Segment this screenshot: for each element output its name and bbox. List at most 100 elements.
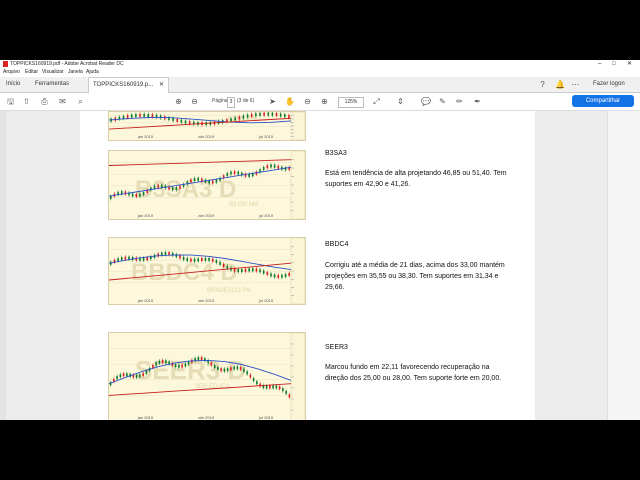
candle-body: [135, 374, 138, 378]
scroll-mode-icon[interactable]: ⇕: [396, 97, 405, 106]
candle-body: [275, 385, 278, 389]
x-axis-tick-label: jan 2019: [137, 298, 154, 303]
candle-body: [139, 193, 141, 197]
candle-body: [160, 252, 163, 256]
sign-icon[interactable]: ✒: [473, 97, 482, 106]
candle-body: [139, 374, 141, 378]
help-icon[interactable]: ?: [538, 80, 547, 89]
page-number-input[interactable]: 3: [227, 97, 235, 108]
candle-body: [278, 386, 281, 390]
zoom-in-icon[interactable]: ⊕: [320, 97, 329, 106]
x-axis-tick-label: abr 2019: [198, 415, 215, 420]
candle-body: [233, 268, 236, 272]
menu-janela[interactable]: Janela: [68, 68, 83, 77]
x-axis-tick-label: jan 2019: [137, 213, 154, 218]
candle-body: [269, 385, 271, 389]
save-icon[interactable]: 🖫: [6, 97, 15, 106]
ticker-seer3: SEER3: [325, 344, 348, 351]
chart-bbdc4: BBDC4 D BRADESCO PN jan 2019 abr 2019 jul …: [108, 237, 306, 305]
close-icon[interactable]: ✕: [627, 60, 632, 68]
page-down-icon[interactable]: ⊖: [190, 97, 199, 106]
fit-page-icon[interactable]: ⤢: [372, 97, 381, 106]
email-icon[interactable]: ✉: [58, 97, 67, 106]
candle-body: [239, 366, 242, 370]
candle-body: [219, 261, 221, 265]
candle-body: [168, 252, 170, 256]
candle-body: [155, 362, 157, 366]
chart-bbdc4-svg: BBDC4 D BRADESCO PN jan 2019 abr 2019 jul …: [109, 238, 305, 304]
tab-document[interactable]: TOPPICKS160919.p... ✕: [88, 77, 169, 93]
menu-ajuda[interactable]: Ajuda: [86, 68, 99, 77]
candle-body: [176, 118, 179, 122]
candle-body: [237, 269, 240, 273]
signin-link[interactable]: Fazer logon: [593, 77, 625, 92]
candle-body: [215, 179, 218, 183]
candle-body: [174, 364, 177, 368]
upload-icon[interactable]: ⇧: [22, 97, 31, 106]
candle-body: [285, 390, 287, 394]
candle-body: [120, 257, 123, 261]
x-axis-tick-label: abr 2019: [198, 298, 215, 303]
candle-body: [246, 114, 249, 118]
menu-editar[interactable]: Editar: [25, 68, 38, 77]
candle-body: [116, 376, 118, 380]
candle-body: [222, 263, 225, 267]
tab-document-label: TOPPICKS160919.p...: [93, 82, 154, 88]
candle-body: [242, 115, 245, 119]
candle-body: [252, 378, 255, 382]
x-axis-tick-label: jul 2019: [258, 298, 274, 303]
candle-body: [230, 367, 232, 371]
candle-body: [233, 366, 235, 370]
menu-arquivo[interactable]: Arquivo: [3, 68, 20, 77]
candle-body: [282, 388, 284, 392]
page-up-icon[interactable]: ⊕: [174, 97, 183, 106]
candle-body: [259, 112, 261, 116]
minimize-icon[interactable]: –: [598, 60, 601, 68]
x-axis-tick-label: abr 2019: [198, 213, 215, 218]
notifications-icon[interactable]: 🔔: [555, 80, 565, 89]
candle-body: [151, 114, 154, 118]
candle-body: [283, 114, 286, 118]
tab-home[interactable]: Início: [6, 77, 20, 92]
maximize-icon[interactable]: □: [612, 60, 616, 68]
candle-body: [165, 360, 167, 364]
candle-body: [277, 274, 280, 278]
candle-body: [226, 368, 229, 372]
select-pointer-icon[interactable]: ➤: [268, 97, 277, 106]
more-icon[interactable]: ⋯: [571, 80, 580, 89]
menu-visualizar[interactable]: Visualizar: [42, 68, 64, 77]
print-icon[interactable]: ⎙: [40, 97, 49, 106]
hand-tool-icon[interactable]: ✋: [285, 97, 295, 106]
candle-body: [135, 114, 137, 118]
candle-body: [126, 115, 129, 119]
candle-body: [251, 268, 254, 272]
chart-watermark: BBDC4 D: [131, 259, 238, 286]
chart-b3sa3-svg: B3SA3 D B3 ON NM jan 2019 abr 2019 jul 201…: [109, 151, 305, 219]
zoom-out-icon[interactable]: ⊖: [303, 97, 312, 106]
candle-body: [182, 256, 185, 260]
highlight-icon[interactable]: ✎: [438, 97, 447, 106]
left-panel-toggle[interactable]: [0, 111, 6, 420]
candle-body: [211, 258, 214, 262]
tab-close-icon[interactable]: ✕: [159, 82, 164, 88]
candle-body: [197, 258, 199, 262]
candle-body: [226, 173, 229, 177]
candle-body: [135, 193, 138, 197]
candle-body: [255, 113, 257, 117]
draw-icon[interactable]: ✏: [455, 97, 464, 106]
candle-body: [250, 113, 253, 117]
candle-body: [272, 385, 274, 389]
candle-body: [210, 362, 213, 366]
tab-tools[interactable]: Ferramentas: [35, 77, 69, 92]
share-button[interactable]: Compartilhar: [572, 95, 634, 107]
candle-body: [160, 184, 163, 188]
chart-brand: B3 ON NM: [229, 202, 258, 208]
candle-body: [187, 361, 190, 365]
x-axis-tick-label: jan 2019: [137, 415, 154, 420]
ticker-bbdc4: BBDC4: [325, 241, 349, 248]
candle-body: [147, 113, 150, 117]
search-icon[interactable]: ⌕: [76, 97, 85, 106]
zoom-select[interactable]: 125%: [338, 97, 364, 108]
comment-icon[interactable]: 💬: [421, 97, 431, 106]
document-viewer[interactable]: AZUL PN jan 2019 abr 2019 jul 2019 B3SA3 D…: [0, 111, 640, 420]
